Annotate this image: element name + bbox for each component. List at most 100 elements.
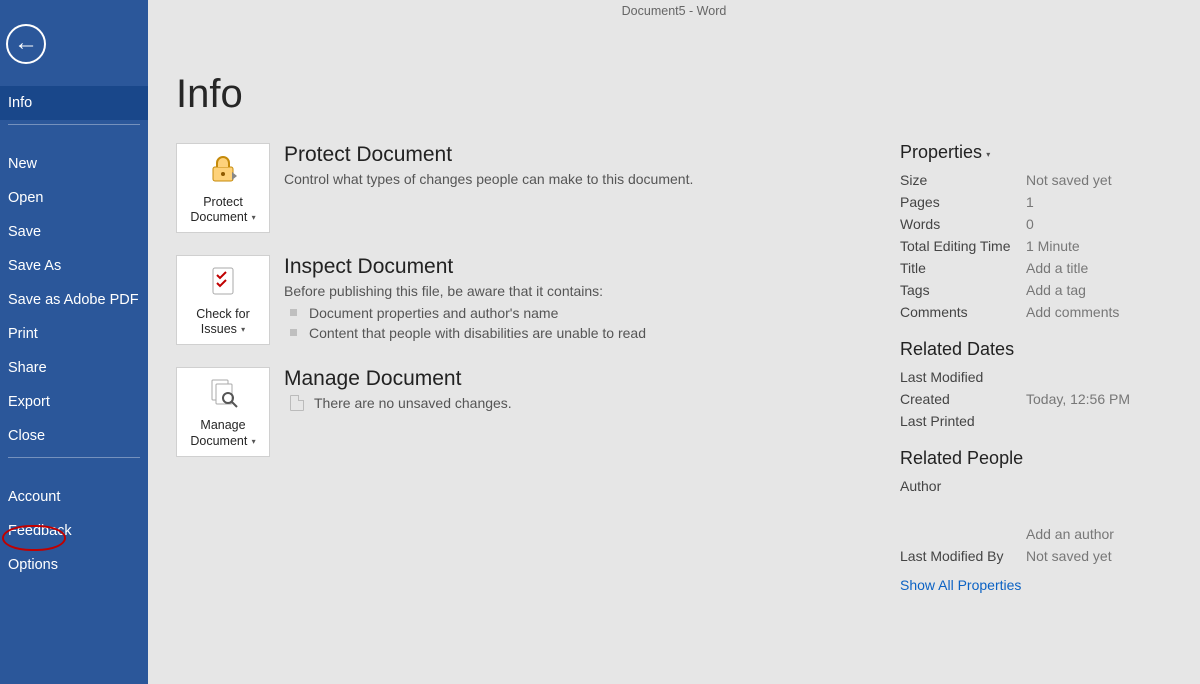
section-heading: Manage Document: [284, 367, 872, 391]
nav-item-share[interactable]: Share: [0, 351, 148, 385]
prop-label: Tags: [900, 282, 1026, 298]
prop-label: Total Editing Time: [900, 238, 1026, 254]
prop-label: Last Modified: [900, 369, 1026, 385]
main-area: Document5 - Word Info Protect Document ▾: [148, 0, 1200, 684]
prop-label: Last Modified By: [900, 548, 1026, 564]
manage-document-button[interactable]: Manage Document ▾: [176, 367, 270, 457]
back-arrow-icon: ←: [14, 31, 38, 55]
nav-label: Feedback: [8, 523, 72, 539]
properties-heading[interactable]: Properties ▾: [900, 142, 1172, 163]
related-dates-heading: Related Dates: [900, 339, 1172, 360]
nav-label: Save As: [8, 258, 61, 274]
manage-document-section: Manage Document ▾ Manage Document There …: [176, 367, 872, 457]
check-for-issues-button[interactable]: Check for Issues ▾: [176, 255, 270, 345]
button-label-line2: Document ▾: [181, 434, 265, 450]
nav-item-close[interactable]: Close: [0, 419, 148, 453]
prop-value: Add a title: [1026, 260, 1088, 276]
list-item: Document properties and author's name: [284, 303, 872, 323]
lock-icon: [206, 152, 240, 186]
prop-row-last-modified-by: Last Modified By Not saved yet: [900, 545, 1172, 567]
section-heading: Protect Document: [284, 143, 872, 167]
nav-label: Options: [8, 557, 58, 573]
dropdown-caret-icon: ▾: [984, 150, 990, 159]
related-people-heading: Related People: [900, 448, 1172, 469]
nav-item-export[interactable]: Export: [0, 385, 148, 419]
prop-value: 0: [1026, 216, 1034, 232]
nav-label: Close: [8, 428, 45, 444]
section-description: Before publishing this file, be aware th…: [284, 283, 872, 299]
issues-list: Document properties and author's name Co…: [284, 303, 872, 343]
nav-separator: [8, 457, 140, 476]
page-title: Info: [176, 72, 872, 117]
protect-document-button[interactable]: Protect Document ▾: [176, 143, 270, 233]
window-title: Document5 - Word: [148, 0, 1200, 20]
prop-value: 1 Minute: [1026, 238, 1080, 254]
prop-row-edit-time: Total Editing Time 1 Minute: [900, 235, 1172, 257]
prop-value: Today, 12:56 PM: [1026, 391, 1130, 407]
checklist-icon: [206, 264, 240, 298]
prop-value: 1: [1026, 194, 1034, 210]
section-heading: Inspect Document: [284, 255, 872, 279]
prop-row-title[interactable]: Title Add a title: [900, 257, 1172, 279]
prop-value: Not saved yet: [1026, 172, 1112, 188]
nav-item-save[interactable]: Save: [0, 215, 148, 249]
prop-value: Add a tag: [1026, 282, 1086, 298]
nav-item-info[interactable]: Info: [0, 86, 148, 120]
unsaved-changes-line: There are no unsaved changes.: [284, 395, 872, 411]
prop-row-author: Author: [900, 475, 1172, 497]
prop-label: Last Printed: [900, 413, 1026, 429]
backstage-sidebar: ← Info New Open Save Save As Save as Ado…: [0, 0, 148, 684]
prop-row-words: Words 0: [900, 213, 1172, 235]
nav-label: Save: [8, 224, 41, 240]
dropdown-caret-icon: ▾: [249, 213, 255, 222]
prop-row-pages: Pages 1: [900, 191, 1172, 213]
nav-label: Print: [8, 326, 38, 342]
dropdown-caret-icon: ▾: [249, 437, 255, 446]
button-label-line2: Document ▾: [181, 210, 265, 226]
nav-item-options[interactable]: Options: [0, 548, 148, 582]
prop-row-comments[interactable]: Comments Add comments: [900, 301, 1172, 323]
prop-label: Title: [900, 260, 1026, 276]
nav-label: Info: [8, 95, 32, 111]
document-icon: [290, 395, 304, 411]
prop-label: Words: [900, 216, 1026, 232]
documents-magnifier-icon: [206, 376, 240, 410]
nav-item-feedback[interactable]: Feedback: [0, 514, 148, 548]
prop-value: Not saved yet: [1026, 548, 1112, 564]
nav-label: New: [8, 156, 37, 172]
nav-item-open[interactable]: Open: [0, 181, 148, 215]
nav-list-primary: Info New Open Save Save As Save as Adobe…: [0, 86, 148, 582]
protect-document-section: Protect Document ▾ Protect Document Cont…: [176, 143, 872, 233]
manage-document-text: Manage Document There are no unsaved cha…: [284, 367, 872, 411]
protect-document-text: Protect Document Control what types of c…: [284, 143, 872, 189]
properties-panel: Properties ▾ Size Not saved yet Pages 1 …: [900, 20, 1200, 684]
nav-item-new[interactable]: New: [0, 147, 148, 181]
prop-row-add-author[interactable]: Add an author: [900, 523, 1172, 545]
nav-label: Share: [8, 360, 47, 376]
nav-separator: [8, 124, 140, 143]
prop-label: Comments: [900, 304, 1026, 320]
button-label-line1: Check for: [181, 307, 265, 323]
nav-item-save-adobe-pdf[interactable]: Save as Adobe PDF: [0, 283, 148, 317]
inspect-document-section: Check for Issues ▾ Inspect Document Befo…: [176, 255, 872, 345]
nav-label: Open: [8, 190, 43, 206]
nav-item-account[interactable]: Account: [0, 480, 148, 514]
prop-value: Add comments: [1026, 304, 1119, 320]
button-label-line1: Protect: [181, 195, 265, 211]
button-label-line1: Manage: [181, 418, 265, 434]
prop-label: Size: [900, 172, 1026, 188]
prop-row-size: Size Not saved yet: [900, 169, 1172, 191]
prop-value: Add an author: [1026, 526, 1114, 542]
nav-item-saveas[interactable]: Save As: [0, 249, 148, 283]
prop-row-tags[interactable]: Tags Add a tag: [900, 279, 1172, 301]
prop-label: Created: [900, 391, 1026, 407]
back-button[interactable]: ←: [6, 24, 46, 64]
show-all-properties-link[interactable]: Show All Properties: [900, 577, 1021, 593]
nav-item-print[interactable]: Print: [0, 317, 148, 351]
inspect-document-text: Inspect Document Before publishing this …: [284, 255, 872, 343]
nav-label: Export: [8, 394, 50, 410]
prop-label: Author: [900, 478, 1026, 494]
dropdown-caret-icon: ▾: [239, 325, 245, 334]
prop-row-last-printed: Last Printed: [900, 410, 1172, 432]
center-column: Info Protect Document ▾ Protect Document…: [148, 20, 900, 684]
